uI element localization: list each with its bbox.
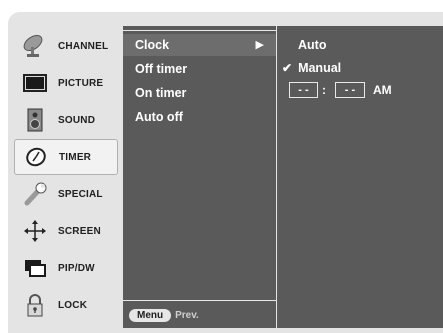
- sidebar-item-picture[interactable]: PICTURE: [14, 65, 118, 101]
- sidebar-item-label: CHANNEL: [58, 40, 109, 52]
- arrow-right-icon: ▶: [255, 39, 264, 51]
- screen-arrows-icon: [20, 217, 50, 245]
- monitor-icon: [20, 69, 50, 97]
- sidebar-item-label: SOUND: [58, 114, 96, 126]
- wrench-icon: [20, 180, 50, 208]
- time-separator: :: [322, 83, 326, 97]
- option-label: Auto: [298, 38, 327, 52]
- prev-label: Prev.: [175, 309, 199, 321]
- sidebar: CHANNEL PICTURE SOUND TIMER SPECIAL SCRE…: [14, 28, 118, 328]
- menu-button[interactable]: Menu: [129, 308, 172, 322]
- hour-field[interactable]: - -: [289, 82, 318, 98]
- menu-item-on-timer[interactable]: On timer: [123, 82, 276, 104]
- check-icon: ✔: [282, 61, 293, 75]
- menu-item-label: Off timer: [135, 62, 188, 76]
- sidebar-item-label: TIMER: [59, 151, 92, 163]
- divider: [123, 30, 276, 31]
- menu-item-auto-off[interactable]: Auto off: [123, 106, 276, 128]
- sidebar-item-channel[interactable]: CHANNEL: [14, 28, 118, 64]
- option-manual[interactable]: ✔ Manual: [282, 58, 341, 78]
- sidebar-item-pipdw[interactable]: PIP/DW: [14, 250, 118, 286]
- sidebar-item-special[interactable]: SPECIAL: [14, 176, 118, 212]
- sidebar-item-lock[interactable]: LOCK: [14, 287, 118, 323]
- ampm-field[interactable]: AM: [373, 83, 392, 97]
- menu-item-label: Auto off: [135, 110, 183, 124]
- sidebar-item-label: LOCK: [58, 299, 88, 311]
- menu-item-off-timer[interactable]: Off timer: [123, 58, 276, 80]
- menu-item-clock[interactable]: Clock ▶: [123, 34, 276, 56]
- sidebar-item-label: SPECIAL: [58, 188, 103, 200]
- minute-field[interactable]: - -: [335, 82, 365, 98]
- speaker-icon: [20, 106, 50, 134]
- padlock-icon: [20, 291, 50, 319]
- sidebar-item-sound[interactable]: SOUND: [14, 102, 118, 138]
- sidebar-item-label: PICTURE: [58, 77, 104, 89]
- sidebar-item-screen[interactable]: SCREEN: [14, 213, 118, 249]
- sidebar-item-label: SCREEN: [58, 225, 101, 237]
- satellite-dish-icon: [20, 32, 50, 60]
- pip-windows-icon: [20, 254, 50, 282]
- menu-footer: Menu Prev.: [123, 306, 199, 324]
- clock-icon: [21, 143, 51, 171]
- option-auto[interactable]: Auto: [298, 35, 326, 55]
- divider: [123, 300, 276, 301]
- sidebar-item-label: PIP/DW: [58, 262, 95, 274]
- clock-submenu: Auto ✔ Manual - - : - - AM: [277, 26, 443, 328]
- sidebar-item-timer[interactable]: TIMER: [14, 139, 118, 175]
- menu-item-label: On timer: [135, 86, 187, 100]
- timer-menu: Clock ▶ Off timer On timer Auto off Menu…: [123, 26, 276, 328]
- menu-item-label: Clock: [135, 38, 170, 52]
- option-label: Manual: [298, 61, 342, 75]
